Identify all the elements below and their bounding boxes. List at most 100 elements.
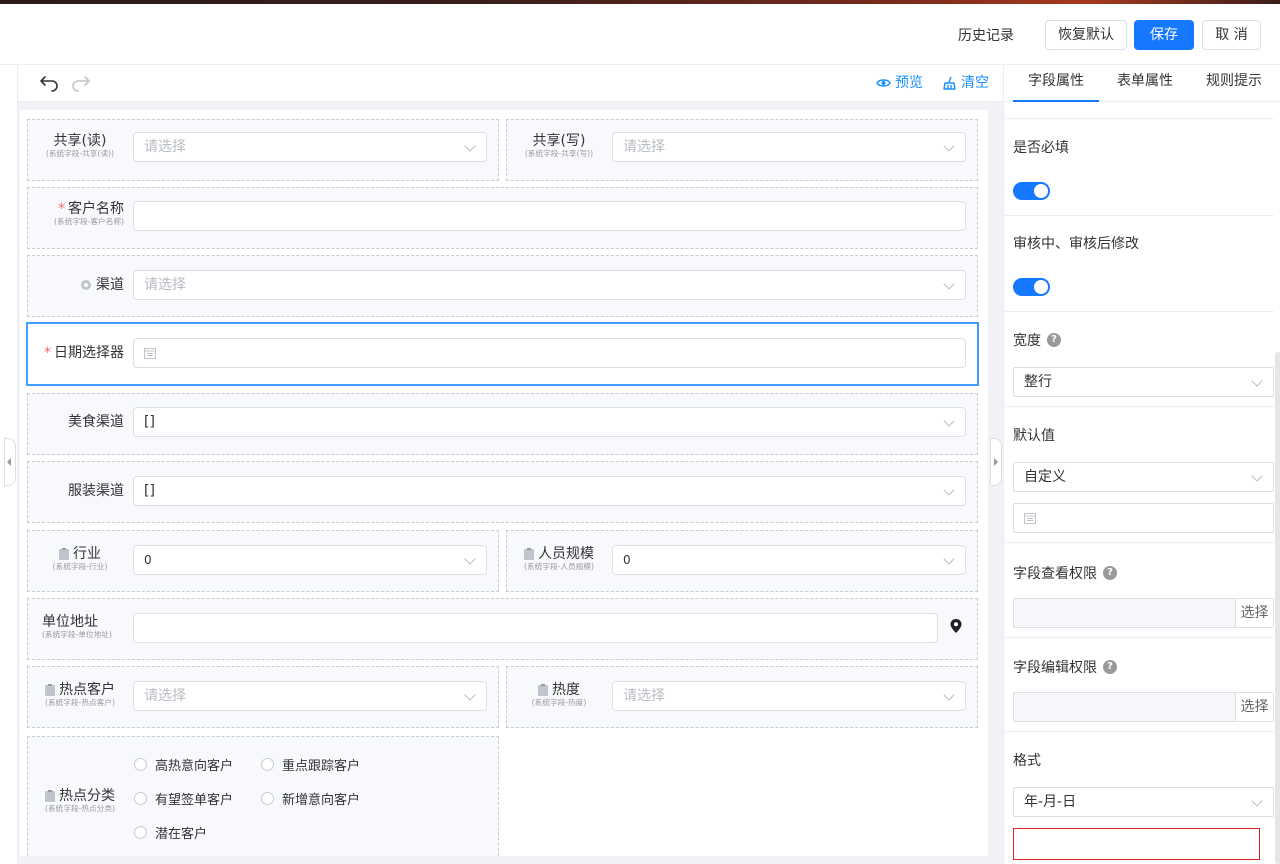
clipboard-icon xyxy=(45,684,55,696)
help-icon[interactable]: ? xyxy=(1103,660,1117,674)
width-select[interactable]: 整行 xyxy=(1013,367,1274,397)
radio-circle-icon xyxy=(134,758,147,771)
edit-permission-select-button[interactable]: 选择 xyxy=(1235,693,1273,721)
field-address[interactable]: 单位地址 (系统字段-单位地址) xyxy=(27,598,978,660)
share-read-label: 共享(读) xyxy=(53,133,107,149)
clear-label: 清空 xyxy=(961,75,989,91)
calendar-icon xyxy=(144,348,156,359)
customer-name-input[interactable] xyxy=(133,201,966,231)
restore-default-button[interactable]: 恢复默认 xyxy=(1045,20,1127,50)
radio-option[interactable]: 新增意向客户 xyxy=(261,789,360,808)
chevron-down-icon xyxy=(1251,470,1263,482)
address-input[interactable] xyxy=(133,613,938,643)
width-title: 宽度 ? xyxy=(1013,330,1061,350)
field-hot-category[interactable]: 热点分类 (系统字段-热点分类) 高热意向客户 重点跟踪客户 有望签单客户 新增… xyxy=(27,736,499,856)
field-share-write[interactable]: 共享(写) (系统字段-共享(写)) 请选择 xyxy=(506,119,978,181)
scrollbar[interactable] xyxy=(1275,352,1280,864)
default-date-input[interactable] xyxy=(1013,503,1274,533)
hot-category-label: 热点分类 xyxy=(59,788,115,804)
field-customer-name[interactable]: * 客户名称 (系统字段-客户名称) xyxy=(27,187,978,249)
radio-option[interactable]: 高热意向客户 xyxy=(134,755,233,774)
radio-circle-icon xyxy=(261,792,274,805)
divider xyxy=(1004,637,1274,638)
channel-label: 渠道 xyxy=(96,277,124,293)
field-date-picker[interactable]: * 日期选择器 xyxy=(26,322,979,386)
required-toggle[interactable] xyxy=(1013,182,1050,200)
right-collapse-handle[interactable] xyxy=(990,438,1002,486)
chevron-down-icon xyxy=(943,689,955,701)
default-value-select[interactable]: 自定义 xyxy=(1013,462,1274,492)
caret-right-icon xyxy=(994,458,998,466)
view-permission-field: 选择 xyxy=(1013,598,1274,628)
field-share-read[interactable]: 共享(读) (系统字段-共享(读)) 请选择 xyxy=(27,119,499,181)
help-icon[interactable]: ? xyxy=(1103,566,1117,580)
calendar-icon xyxy=(1024,513,1036,524)
share-write-sublabel: (系统字段-共享(写)) xyxy=(524,150,594,159)
cancel-button[interactable]: 取 消 xyxy=(1202,20,1261,50)
tab-form-properties[interactable]: 表单属性 xyxy=(1102,65,1188,102)
food-channel-select[interactable]: [] xyxy=(133,407,966,437)
staff-size-select[interactable]: 0 xyxy=(612,545,966,575)
field-heat[interactable]: 热度 (系统字段-热度) 请选择 xyxy=(506,666,978,728)
clear-button[interactable]: 清空 xyxy=(943,73,989,93)
undo-icon[interactable] xyxy=(38,73,60,93)
chevron-down-icon xyxy=(1251,375,1263,387)
tab-rule-hints[interactable]: 规则提示 xyxy=(1191,65,1277,102)
heat-select[interactable]: 请选择 xyxy=(612,681,966,711)
field-clothing-channel[interactable]: 服装渠道 [] xyxy=(27,461,978,523)
field-staff-size[interactable]: 人员规模 (系统字段-人员规模) 0 xyxy=(506,530,978,592)
tab-field-properties[interactable]: 字段属性 xyxy=(1013,65,1099,102)
divider xyxy=(1004,406,1274,407)
radio-circle-icon xyxy=(134,826,147,839)
edit-in-review-toggle[interactable] xyxy=(1013,278,1050,296)
radio-option[interactable]: 重点跟踪客户 xyxy=(261,755,360,774)
format-select[interactable]: 年-月-日 xyxy=(1013,787,1274,817)
left-collapse-handle[interactable] xyxy=(4,438,16,486)
field-industry[interactable]: 行业 (系统字段-行业) 0 xyxy=(27,530,499,592)
share-read-sublabel: (系统字段-共享(读)) xyxy=(45,150,115,159)
eye-icon xyxy=(876,79,891,87)
divider xyxy=(1004,311,1274,312)
save-button[interactable]: 保存 xyxy=(1134,20,1194,50)
industry-select[interactable]: 0 xyxy=(133,545,487,575)
channel-select[interactable]: 请选择 xyxy=(133,270,966,300)
view-permission-select-button[interactable]: 选择 xyxy=(1235,599,1273,627)
clipboard-icon xyxy=(59,548,69,560)
staff-size-sublabel: (系统字段-人员规模) xyxy=(524,563,594,572)
gear-icon xyxy=(81,280,91,290)
help-icon[interactable]: ? xyxy=(1047,333,1061,347)
industry-label: 行业 xyxy=(73,546,101,562)
date-picker-input[interactable] xyxy=(133,338,966,368)
divider xyxy=(1004,215,1274,216)
clothing-channel-select[interactable]: [] xyxy=(133,476,966,506)
divider xyxy=(1004,731,1274,732)
food-channel-label: 美食渠道 xyxy=(68,414,124,430)
field-food-channel[interactable]: 美食渠道 [] xyxy=(27,393,978,455)
field-channel[interactable]: 渠道 请选择 xyxy=(27,255,978,317)
field-hot-customer[interactable]: 热点客户 (系统字段-热点客户) 请选择 xyxy=(27,666,499,728)
radio-option[interactable]: 潜在客户 xyxy=(134,823,207,842)
share-write-label: 共享(写) xyxy=(532,133,586,149)
date-picker-label: 日期选择器 xyxy=(54,345,124,361)
clipboard-icon xyxy=(538,684,548,696)
customer-name-label: 客户名称 xyxy=(68,201,124,217)
properties-panel: 字段属性 表单属性 规则提示 是否必填 审核中、审核后修改 宽度 ? 整行 默认… xyxy=(1003,65,1280,864)
location-pin-icon[interactable] xyxy=(950,619,962,633)
hot-customer-select[interactable]: 请选择 xyxy=(133,681,487,711)
chevron-down-icon xyxy=(943,140,955,152)
share-write-select[interactable]: 请选择 xyxy=(612,132,966,162)
address-sublabel: (系统字段-单位地址) xyxy=(42,631,112,640)
chevron-down-icon xyxy=(943,553,955,565)
radio-circle-icon xyxy=(134,792,147,805)
preview-label: 预览 xyxy=(895,75,923,91)
staff-size-label: 人员规模 xyxy=(538,546,594,562)
hot-customer-label: 热点客户 xyxy=(59,682,115,698)
redo-icon[interactable] xyxy=(70,73,92,93)
share-read-select[interactable]: 请选择 xyxy=(133,132,487,162)
chevron-down-icon xyxy=(943,484,955,496)
form-designer: 共享(读) (系统字段-共享(读)) 请选择 共享(写) (系统字段-共享(写)… xyxy=(20,110,988,856)
history-link[interactable]: 历史记录 xyxy=(958,26,1014,46)
radio-option[interactable]: 有望签单客户 xyxy=(134,789,233,808)
heat-label: 热度 xyxy=(552,682,580,698)
preview-button[interactable]: 预览 xyxy=(876,73,923,93)
